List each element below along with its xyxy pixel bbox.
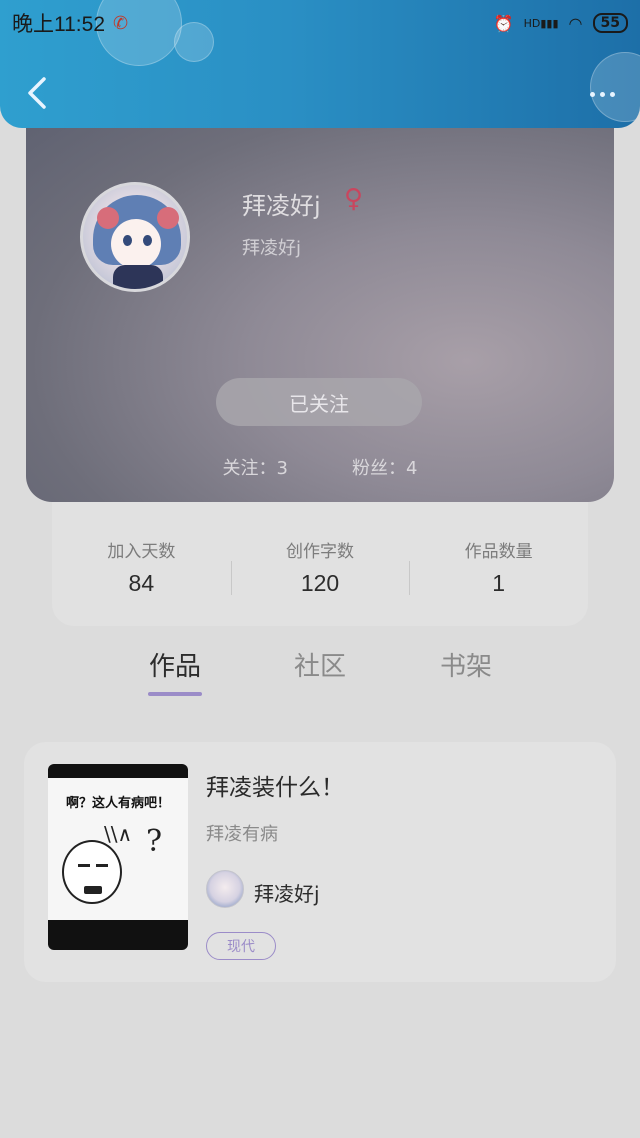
status-bar: 晚上11:52 ✆ ⏰ HD▮▮▮ ◠ 55	[0, 0, 640, 46]
avatar-bow	[97, 207, 119, 229]
back-button[interactable]	[20, 76, 54, 110]
following-count[interactable]: 关注：3	[223, 454, 288, 480]
wifi-icon: ◠	[568, 13, 583, 33]
meme-eye	[78, 864, 90, 867]
status-time: 晚上11:52	[12, 13, 105, 36]
user-signature: 拜凌好j	[242, 238, 302, 259]
hd-label: HD	[523, 16, 541, 30]
cover-caption: 啊？这人有病吧！	[65, 796, 170, 811]
phone-icon: ✆	[113, 12, 129, 33]
follow-counts: 关注：3 粉丝：4	[26, 454, 614, 480]
work-cover-image[interactable]: 啊？这人有病吧！ \\∧ ?	[48, 764, 188, 950]
stat-label: 作品数量	[464, 542, 533, 562]
avatar[interactable]	[80, 182, 190, 292]
avatar-eye	[143, 235, 152, 246]
avatar-face	[111, 219, 161, 269]
stat-work-count: 作品数量 1	[409, 523, 588, 597]
tab-active-indicator	[148, 692, 202, 696]
tab-community[interactable]: 社区	[275, 646, 365, 683]
more-dots-icon	[609, 91, 615, 97]
avatar-eye	[123, 235, 132, 246]
stat-value: 1	[492, 570, 506, 596]
status-time-group: 晚上11:52 ✆	[12, 8, 128, 38]
stat-join-days: 加入天数 84	[52, 523, 231, 597]
stats-card: 加入天数 84 创作字数 120 作品数量 1	[52, 494, 588, 626]
tab-bar: 作品 社区 书架	[0, 646, 640, 702]
user-nickname: 拜凌好j	[242, 192, 321, 220]
meme-face-icon	[62, 840, 122, 904]
stat-word-count: 创作字数 120	[230, 523, 410, 597]
signal-icon: HD▮▮▮	[523, 16, 559, 30]
avatar-bow	[157, 207, 179, 229]
profile-card: 拜凌好j ♀ 拜凌好j 已关注 关注：3 粉丝：4	[26, 100, 614, 502]
cover-bottom-bar	[48, 920, 188, 950]
work-card[interactable]: 啊？这人有病吧！ \\∧ ? 拜凌装什么！ 拜凌有病 拜凌好j 现代	[24, 742, 616, 982]
meme-spike-icon: \\∧	[104, 822, 133, 846]
more-button[interactable]	[582, 80, 622, 108]
avatar-body	[113, 265, 163, 289]
female-icon: ♀	[344, 184, 364, 214]
status-icons: ⏰ HD▮▮▮ ◠ 55	[494, 13, 628, 33]
work-description: 拜凌有病	[206, 824, 278, 845]
author-name[interactable]: 拜凌好j	[254, 878, 320, 907]
question-mark-icon: ?	[146, 824, 163, 859]
genre-tag[interactable]: 现代	[206, 932, 276, 960]
followers-count[interactable]: 粉丝：4	[352, 454, 417, 480]
meme-eye	[96, 864, 108, 867]
alarm-icon: ⏰	[493, 13, 514, 33]
stat-label: 加入天数	[107, 542, 176, 562]
meme-mouth	[84, 886, 102, 894]
stat-value: 84	[128, 570, 155, 596]
tab-works[interactable]: 作品	[130, 646, 220, 683]
more-dots-icon	[589, 91, 595, 97]
chevron-left-icon	[28, 77, 46, 109]
follow-button[interactable]: 已关注	[216, 378, 422, 426]
stat-value: 120	[300, 570, 340, 596]
battery-indicator: 55	[592, 13, 628, 33]
stat-label: 创作字数	[286, 542, 354, 562]
author-avatar[interactable]	[206, 870, 244, 908]
top-header: 晚上11:52 ✆ ⏰ HD▮▮▮ ◠ 55	[0, 0, 640, 128]
work-title[interactable]: 拜凌装什么！	[206, 768, 344, 802]
cover-top-bar	[48, 764, 188, 778]
more-dots-icon	[599, 91, 605, 97]
tab-bookshelf[interactable]: 书架	[421, 646, 511, 683]
